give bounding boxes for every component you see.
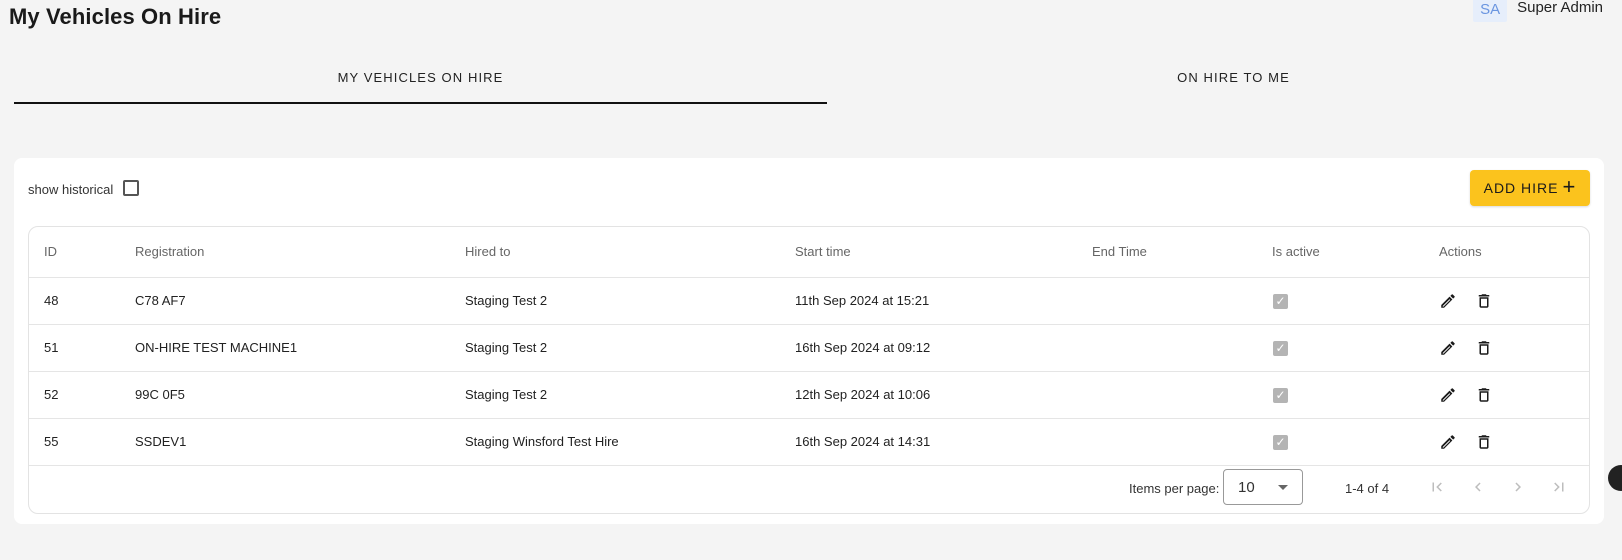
add-hire-button[interactable]: ADD HIRE +	[1470, 170, 1590, 206]
column-header-is-active[interactable]: Is active	[1272, 227, 1439, 278]
column-header-start-time[interactable]: Start time	[795, 227, 1092, 278]
trash-icon[interactable]	[1475, 386, 1493, 404]
cell-id: 52	[29, 371, 135, 419]
cell-is-active: ✓	[1272, 324, 1439, 372]
pencil-icon[interactable]	[1439, 292, 1457, 310]
floating-help-button[interactable]	[1608, 465, 1622, 491]
user-menu[interactable]: SA Super Admin	[1473, 0, 1603, 22]
trash-icon[interactable]	[1475, 433, 1493, 451]
trash-icon[interactable]	[1475, 339, 1493, 357]
chevron-left-icon	[1475, 482, 1481, 492]
table-header-row: ID Registration Hired to Start time End …	[29, 227, 1589, 278]
cell-actions	[1439, 371, 1589, 419]
cell-start-time: 16th Sep 2024 at 14:31	[795, 418, 1092, 466]
cell-registration: ON-HIRE TEST MACHINE1	[135, 324, 465, 372]
table-row[interactable]: 55 SSDEV1 Staging Winsford Test Hire 16t…	[29, 418, 1589, 466]
column-header-hired-to[interactable]: Hired to	[465, 227, 795, 278]
cell-hired-to: Staging Test 2	[465, 277, 795, 325]
column-header-end-time[interactable]: End Time	[1092, 227, 1272, 278]
cell-hired-to: Staging Test 2	[465, 324, 795, 372]
cell-is-active: ✓	[1272, 277, 1439, 325]
cell-registration: 99C 0F5	[135, 371, 465, 419]
is-active-checkbox: ✓	[1273, 387, 1288, 403]
cell-is-active: ✓	[1272, 418, 1439, 466]
tab-on-hire-to-me[interactable]: ON HIRE TO ME	[827, 60, 1622, 104]
next-page-button[interactable]	[1506, 475, 1530, 499]
cell-actions	[1439, 324, 1589, 372]
previous-page-button[interactable]	[1466, 475, 1490, 499]
is-active-checkbox: ✓	[1273, 293, 1288, 309]
show-historical-checkbox[interactable]	[123, 179, 140, 196]
cell-actions	[1439, 418, 1589, 466]
column-header-id[interactable]: ID	[29, 227, 135, 278]
items-per-page-value: 10	[1238, 478, 1255, 496]
table-row[interactable]: 48 C78 AF7 Staging Test 2 11th Sep 2024 …	[29, 277, 1589, 325]
page-range-label: 1-4 of 4	[1345, 481, 1390, 496]
items-per-page-label: Items per page:	[1129, 481, 1220, 496]
cell-hired-to: Staging Test 2	[465, 371, 795, 419]
cell-hired-to: Staging Winsford Test Hire	[465, 418, 795, 466]
cell-id: 51	[29, 324, 135, 372]
plus-icon: +	[1562, 174, 1577, 199]
cell-registration: SSDEV1	[135, 418, 465, 466]
cell-id: 48	[29, 277, 135, 325]
first-page-button[interactable]	[1425, 475, 1449, 499]
table-row[interactable]: 52 99C 0F5 Staging Test 2 12th Sep 2024 …	[29, 371, 1589, 419]
cell-is-active: ✓	[1272, 371, 1439, 419]
cell-end-time	[1092, 371, 1272, 419]
hires-card: show historical ADD HIRE + ID Registrati…	[14, 158, 1604, 524]
cell-end-time	[1092, 418, 1272, 466]
is-active-checkbox: ✓	[1273, 340, 1288, 356]
first-page-icon	[1432, 482, 1442, 492]
pencil-icon[interactable]	[1439, 433, 1457, 451]
items-per-page-select[interactable]: 10	[1223, 469, 1303, 505]
show-historical-toggle[interactable]: show historical	[28, 179, 140, 197]
cell-actions	[1439, 277, 1589, 325]
cell-end-time	[1092, 324, 1272, 372]
table-row[interactable]: 51 ON-HIRE TEST MACHINE1 Staging Test 2 …	[29, 324, 1589, 372]
is-active-checkbox: ✓	[1273, 434, 1288, 450]
cell-start-time: 16th Sep 2024 at 09:12	[795, 324, 1092, 372]
add-hire-label: ADD HIRE	[1483, 180, 1559, 196]
avatar[interactable]: SA	[1473, 0, 1508, 22]
page-title: My Vehicles On Hire	[9, 4, 222, 29]
last-page-button[interactable]	[1547, 475, 1571, 499]
cell-id: 55	[29, 418, 135, 466]
tab-my-vehicles-on-hire[interactable]: MY VEHICLES ON HIRE	[14, 60, 827, 104]
user-name[interactable]: Super Admin	[1517, 0, 1603, 16]
chevron-right-icon	[1515, 482, 1521, 492]
hires-table: ID Registration Hired to Start time End …	[28, 226, 1590, 514]
cell-registration: C78 AF7	[135, 277, 465, 325]
column-header-actions: Actions	[1439, 227, 1589, 278]
trash-icon[interactable]	[1475, 292, 1493, 310]
cell-start-time: 12th Sep 2024 at 10:06	[795, 371, 1092, 419]
pencil-icon[interactable]	[1439, 339, 1457, 357]
last-page-icon	[1554, 482, 1564, 492]
show-historical-label: show historical	[28, 182, 114, 197]
column-header-registration[interactable]: Registration	[135, 227, 465, 278]
tab-bar: MY VEHICLES ON HIRE ON HIRE TO ME	[14, 60, 1622, 104]
cell-end-time	[1092, 277, 1272, 325]
pencil-icon[interactable]	[1439, 386, 1457, 404]
cell-start-time: 11th Sep 2024 at 15:21	[795, 277, 1092, 325]
caret-down-icon	[1278, 485, 1288, 490]
paginator: Items per page: 10 1-4 of 4	[29, 463, 1589, 513]
